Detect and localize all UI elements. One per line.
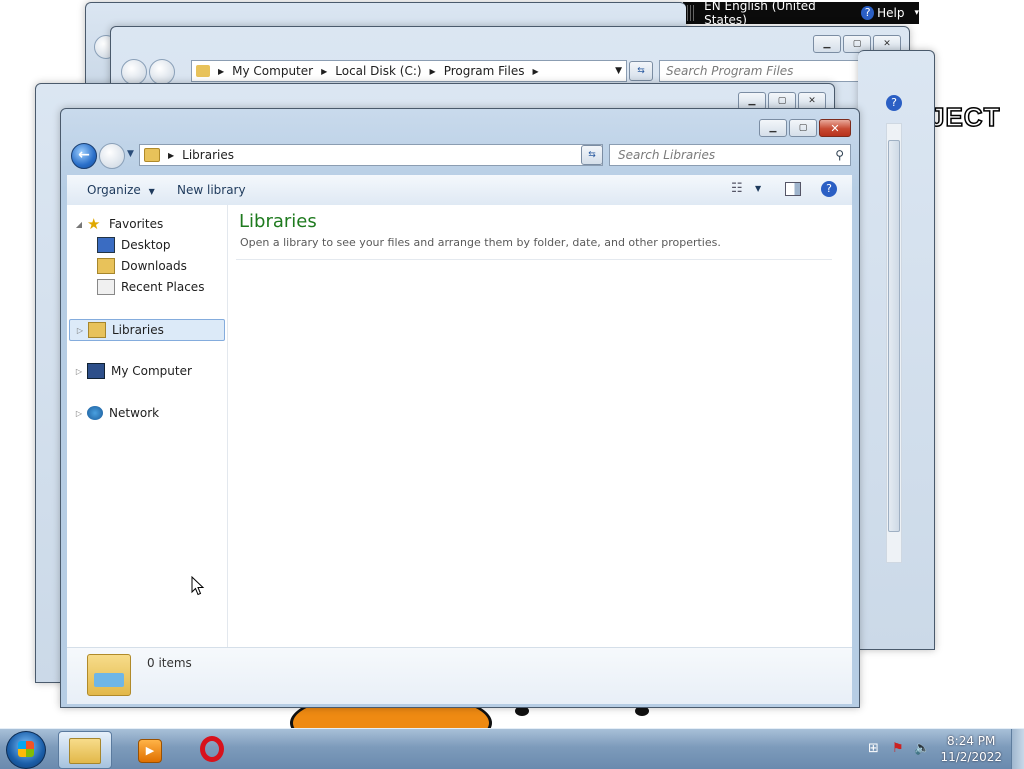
libraries-icon (144, 148, 160, 162)
back-arrow-icon[interactable] (121, 59, 147, 85)
recent-places-icon (97, 279, 115, 295)
breadcrumb-my-computer[interactable]: My Computer (232, 64, 313, 78)
media-player-icon: ▶ (138, 739, 162, 763)
tree-item-my-computer[interactable]: ▷ My Computer (67, 361, 225, 381)
taskbar-opera-button[interactable] (186, 731, 238, 767)
help-icon[interactable]: ? (821, 181, 837, 197)
chevron-right-icon[interactable]: ▶ (321, 67, 327, 76)
tree-label: My Computer (111, 364, 192, 378)
folder-icon (196, 65, 210, 77)
divider (236, 259, 832, 260)
close-button[interactable]: ✕ (819, 119, 851, 137)
start-button[interactable] (6, 731, 46, 769)
maximize-button[interactable]: ▢ (789, 119, 817, 137)
desktop-wallpaper-text: JECT (929, 101, 1001, 133)
clock[interactable]: 8:24 PM 11/2/2022 (940, 733, 1002, 765)
organize-menu-button[interactable]: Organize ▼ (87, 183, 155, 197)
expand-arrow-icon[interactable]: ▷ (75, 367, 83, 376)
volume-icon[interactable]: 🔈 (914, 741, 930, 756)
item-count: 0 items (147, 656, 192, 670)
tree-item-libraries[interactable]: ▷ Libraries (69, 319, 225, 341)
tree-label: Desktop (121, 238, 171, 252)
options-arrow-icon[interactable]: ▾ (914, 8, 919, 18)
forward-arrow-icon[interactable] (149, 59, 175, 85)
tree-label: Downloads (121, 259, 187, 273)
breadcrumb-local-disk[interactable]: Local Disk (C:) (335, 64, 421, 78)
command-bar: Organize ▼ New library ☷ ▼ ? (67, 175, 852, 206)
tree-item-network[interactable]: ▷ Network (67, 403, 225, 423)
taskbar-explorer-button[interactable] (58, 731, 112, 769)
libraries-icon (88, 322, 106, 338)
new-library-button[interactable]: New library (177, 183, 246, 197)
refresh-icon[interactable]: ⇆ (581, 145, 603, 165)
downloads-folder-icon (97, 258, 115, 274)
help-icon[interactable]: ? (861, 6, 875, 20)
breadcrumb-libraries[interactable]: Libraries (182, 148, 234, 162)
preview-pane-icon[interactable] (785, 182, 801, 196)
windows-logo-icon (18, 741, 34, 757)
address-bar[interactable]: ▶ Libraries ▼ (139, 144, 603, 166)
libraries-large-icon (87, 654, 131, 696)
chevron-right-icon[interactable]: ▶ (430, 67, 436, 76)
show-desktop-button[interactable] (1011, 729, 1024, 769)
minimize-button[interactable]: ▁ (813, 35, 841, 53)
back-arrow-icon[interactable]: ← (71, 143, 97, 169)
language-bar[interactable]: EN English (United States) ? Help ▾ (683, 0, 919, 27)
clock-time: 8:24 PM (947, 734, 996, 748)
network-icon (87, 406, 103, 420)
tree-label: Libraries (112, 323, 164, 337)
chevron-right-icon[interactable]: ▶ (532, 67, 538, 76)
scrollbar[interactable] (886, 123, 902, 563)
taskbar: ▶ ⊞ ⚑ 🔈 8:24 PM 11/2/2022 (0, 728, 1024, 769)
page-subtitle: Open a library to see your files and arr… (240, 236, 721, 249)
forward-arrow-icon[interactable] (99, 143, 125, 169)
tree-item-recent-places[interactable]: Recent Places (67, 277, 255, 297)
taskbar-media-player-button[interactable]: ▶ (124, 731, 176, 767)
chevron-right-icon[interactable]: ▶ (218, 67, 224, 76)
address-bar[interactable]: ▶ My Computer ▶ Local Disk (C:) ▶ Progra… (191, 60, 627, 82)
background-window-right[interactable]: ? (858, 50, 935, 650)
help-label[interactable]: Help (877, 6, 904, 20)
change-view-icon[interactable]: ☷ (731, 181, 743, 196)
tree-label: Recent Places (121, 280, 205, 294)
opera-icon (200, 736, 224, 762)
help-icon[interactable]: ? (886, 95, 902, 111)
dropdown-arrow-icon: ▼ (148, 187, 155, 196)
scrollbar-thumb[interactable] (888, 140, 900, 532)
breadcrumb-program-files[interactable]: Program Files (444, 64, 525, 78)
search-icon[interactable]: ⚲ (835, 148, 844, 162)
view-options-arrow-icon[interactable]: ▼ (755, 184, 761, 193)
content-pane: Libraries Open a library to see your fil… (228, 205, 852, 647)
tree-item-favorites[interactable]: ◢ ★ Favorites (67, 214, 225, 234)
tree-label: Network (109, 406, 160, 420)
desktop-icon (97, 237, 115, 253)
action-center-icon[interactable]: ⚑ (892, 741, 904, 756)
mouse-cursor-icon (191, 576, 205, 596)
language-indicator[interactable]: EN English (United States) (704, 0, 849, 27)
expand-arrow-icon[interactable]: ▷ (75, 409, 83, 418)
page-title: Libraries (239, 211, 317, 232)
tree-item-downloads[interactable]: Downloads (67, 256, 255, 276)
details-pane: 0 items (67, 647, 852, 704)
tree-label: Favorites (109, 217, 164, 231)
expand-arrow-icon[interactable]: ▷ (76, 326, 84, 335)
libraries-window[interactable]: ▁ ▢ ✕ ← ▼ ▶ Libraries ▼ ⇆ Search Librari… (60, 108, 860, 708)
search-placeholder: Search Libraries (618, 148, 716, 162)
tree-item-desktop[interactable]: Desktop (67, 235, 255, 255)
chevron-right-icon[interactable]: ▶ (168, 151, 174, 160)
recent-pages-arrow-icon[interactable]: ▼ (127, 149, 134, 159)
organize-label: Organize (87, 183, 141, 197)
star-icon: ★ (87, 215, 101, 233)
refresh-icon[interactable]: ⇆ (629, 61, 653, 81)
network-tray-icon[interactable]: ⊞ (868, 741, 879, 756)
search-libraries-input[interactable]: Search Libraries ⚲ (609, 144, 851, 166)
minimize-button[interactable]: ▁ (759, 119, 787, 137)
dropdown-arrow-icon[interactable]: ▼ (615, 66, 622, 76)
explorer-folder-icon (69, 738, 101, 764)
clock-date: 11/2/2022 (940, 750, 1002, 764)
collapse-arrow-icon[interactable]: ◢ (75, 220, 83, 229)
grip-icon[interactable] (687, 5, 697, 21)
search-placeholder: Search Program Files (666, 64, 794, 78)
computer-icon (87, 363, 105, 379)
